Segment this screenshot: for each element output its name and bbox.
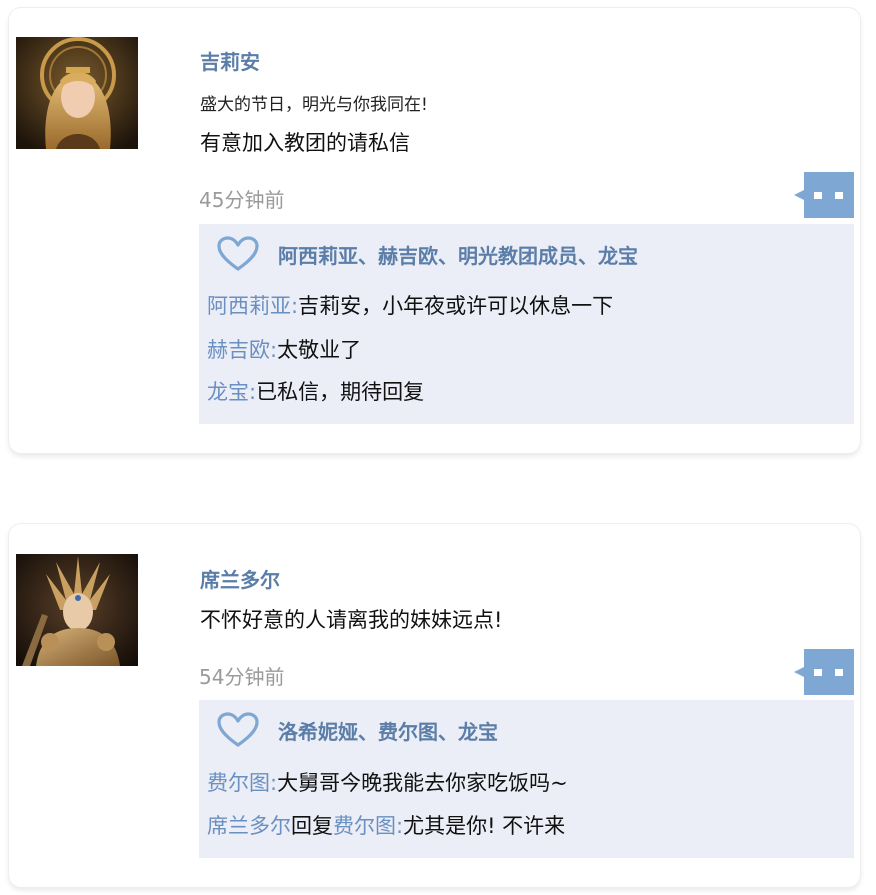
comment-bubble-icon[interactable] xyxy=(794,172,854,218)
heart-icon[interactable] xyxy=(217,712,259,748)
post-subtitle: 盛大的节日，明光与你我同在! xyxy=(200,95,428,115)
reply-item: 费尔图:大舅哥今晚我能去你家吃饭吗~ xyxy=(207,767,568,797)
comment-panel: 阿西莉亚、赫吉欧、明光教团成员、龙宝 阿西莉亚:吉莉安，小年夜或许可以休息一下 … xyxy=(199,224,854,424)
reply-text: 吉莉安，小年夜或许可以休息一下 xyxy=(298,294,614,318)
post-time: 45分钟前 xyxy=(199,188,285,212)
liker-names[interactable]: 阿西莉亚、赫吉欧、明光教团成员、龙宝 xyxy=(278,240,638,269)
liker-names[interactable]: 洛希妮娅、费尔图、龙宝 xyxy=(278,716,498,745)
reply-username[interactable]: 阿西莉亚 xyxy=(207,294,291,318)
post-text: 有意加入教团的请私信 xyxy=(200,131,410,155)
reply-item: 赫吉欧:太敬业了 xyxy=(207,334,361,364)
post-card: 席兰多尔 不怀好意的人请离我的妹妹远点! 54分钟前 洛希妮娅、费尔图、龙宝 费… xyxy=(9,524,860,887)
reply-username[interactable]: 费尔图 xyxy=(207,771,270,795)
reply-to-username[interactable]: 费尔图 xyxy=(333,814,396,838)
reply-username[interactable]: 龙宝 xyxy=(207,380,249,404)
reply-username[interactable]: 赫吉欧 xyxy=(207,338,270,362)
heart-icon[interactable] xyxy=(217,236,259,272)
reply-text: 已私信，期待回复 xyxy=(256,380,425,404)
reply-text: 太敬业了 xyxy=(277,338,362,362)
post-card: 吉莉安 盛大的节日，明光与你我同在! 有意加入教团的请私信 45分钟前 阿西莉亚… xyxy=(9,8,860,453)
reply-text: 尤其是你! 不许来 xyxy=(403,814,566,838)
reply-text: 大舅哥今晚我能去你家吃饭吗~ xyxy=(277,771,568,795)
reply-item: 席兰多尔回复费尔图:尤其是你! 不许来 xyxy=(207,810,565,840)
post-text: 不怀好意的人请离我的妹妹远点! xyxy=(200,608,503,632)
likes-row: 阿西莉亚、赫吉欧、明光教团成员、龙宝 xyxy=(217,234,638,274)
reply-word: 回复 xyxy=(291,814,333,838)
reply-username[interactable]: 席兰多尔 xyxy=(207,814,291,838)
author-name[interactable]: 席兰多尔 xyxy=(200,564,280,593)
avatar[interactable] xyxy=(16,554,138,666)
avatar[interactable] xyxy=(16,37,138,149)
reply-item: 阿西莉亚:吉莉安，小年夜或许可以休息一下 xyxy=(207,290,613,320)
likes-row: 洛希妮娅、费尔图、龙宝 xyxy=(217,710,498,750)
comment-panel: 洛希妮娅、费尔图、龙宝 费尔图:大舅哥今晚我能去你家吃饭吗~ 席兰多尔回复费尔图… xyxy=(199,700,854,858)
post-time: 54分钟前 xyxy=(199,665,285,689)
reply-item: 龙宝:已私信，期待回复 xyxy=(207,376,424,406)
author-name[interactable]: 吉莉安 xyxy=(200,46,260,75)
comment-bubble-icon[interactable] xyxy=(794,649,854,695)
